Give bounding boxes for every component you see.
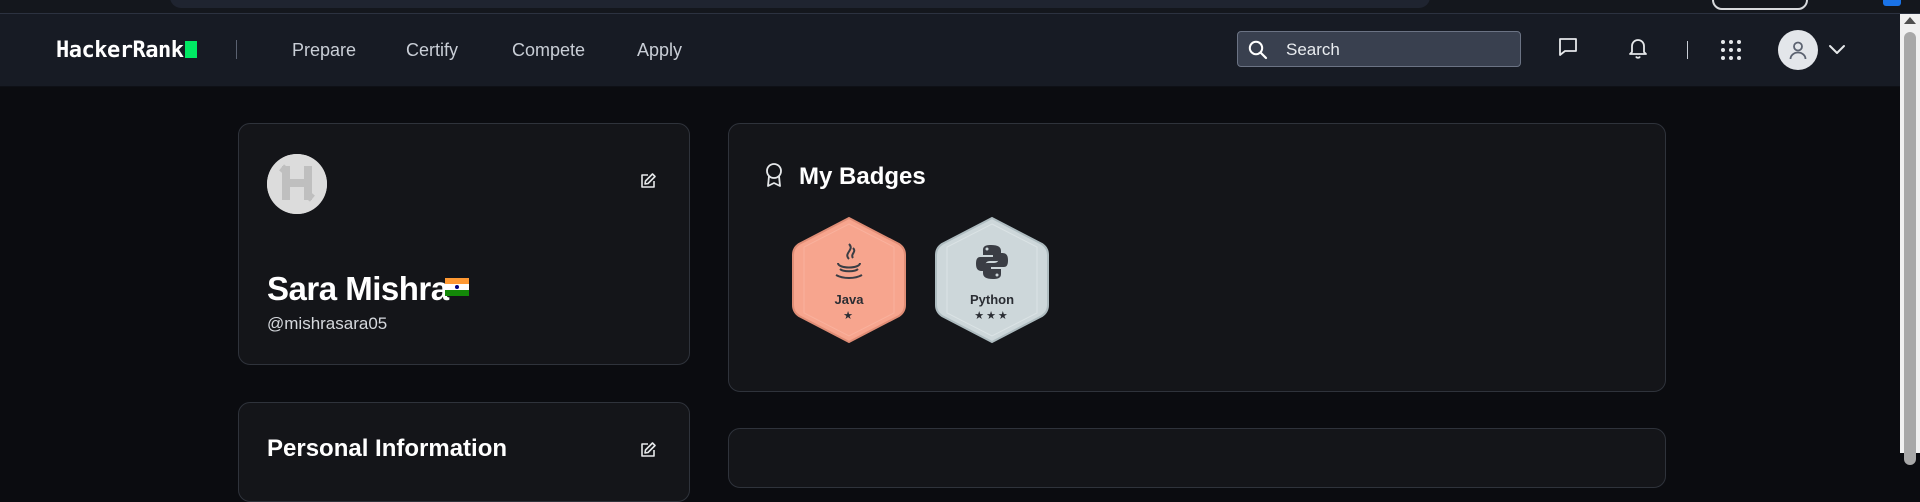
badges-card: My Badges Java ★ Python ★★★ xyxy=(728,123,1666,392)
badge-java[interactable]: Java ★ xyxy=(789,214,909,346)
page-scrollbar[interactable] xyxy=(1900,14,1920,465)
badge-name: Python xyxy=(969,292,1015,307)
message-icon[interactable] xyxy=(1557,36,1579,58)
search-box[interactable] xyxy=(1237,31,1521,67)
nav-link-certify[interactable]: Certify xyxy=(406,40,458,61)
personal-info-card: Personal Information xyxy=(238,402,690,502)
scroll-up-arrow-icon[interactable] xyxy=(1904,17,1916,24)
browser-extension-icon[interactable] xyxy=(1883,0,1901,6)
top-navbar: HackerRank Prepare Certify Compete Apply xyxy=(0,14,1900,87)
badge-name: Java xyxy=(834,292,864,307)
logo-mark xyxy=(185,41,198,58)
java-icon xyxy=(835,243,863,279)
search-input[interactable] xyxy=(1284,38,1508,62)
user-avatar-icon xyxy=(1789,41,1807,60)
search-icon xyxy=(1248,40,1268,60)
hackerrank-avatar-icon xyxy=(267,154,327,214)
browser-chrome-strip xyxy=(0,0,1920,14)
profile-name: Sara Mishra xyxy=(267,270,449,307)
badges-title: My Badges xyxy=(799,163,926,190)
nav-divider-right xyxy=(1687,41,1688,59)
badge-stars: ★★★ xyxy=(974,310,1010,322)
user-avatar-button[interactable] xyxy=(1778,30,1818,70)
nav-link-compete[interactable]: Compete xyxy=(512,40,585,61)
hackerrank-logo[interactable]: HackerRank xyxy=(56,38,198,63)
badge-python[interactable]: Python ★★★ xyxy=(932,214,1052,346)
profile-card: Sara Mishra @mishrasara05 xyxy=(238,123,690,365)
browser-address-bar[interactable] xyxy=(170,0,1430,8)
profile-avatar xyxy=(267,154,327,214)
apps-grid-icon[interactable] xyxy=(1720,39,1742,61)
bell-icon[interactable] xyxy=(1627,36,1649,60)
nav-link-prepare[interactable]: Prepare xyxy=(292,40,356,61)
logo-text: HackerRank xyxy=(56,38,184,63)
chevron-down-icon[interactable] xyxy=(1828,44,1846,56)
personal-info-title: Personal Information xyxy=(267,435,508,462)
next-section-card xyxy=(728,428,1666,488)
browser-toolbar-button[interactable] xyxy=(1712,0,1808,10)
india-flag-icon xyxy=(445,278,469,296)
badge-ribbon-icon xyxy=(766,163,782,187)
nav-link-apply[interactable]: Apply xyxy=(637,40,682,61)
python-icon xyxy=(976,245,1008,279)
profile-handle: @mishrasara05 xyxy=(267,314,388,333)
scrollbar-thumb[interactable] xyxy=(1904,32,1916,465)
edit-icon[interactable] xyxy=(639,441,657,459)
edit-icon[interactable] xyxy=(639,172,657,190)
badge-stars: ★ xyxy=(843,310,855,322)
nav-divider xyxy=(236,40,237,59)
